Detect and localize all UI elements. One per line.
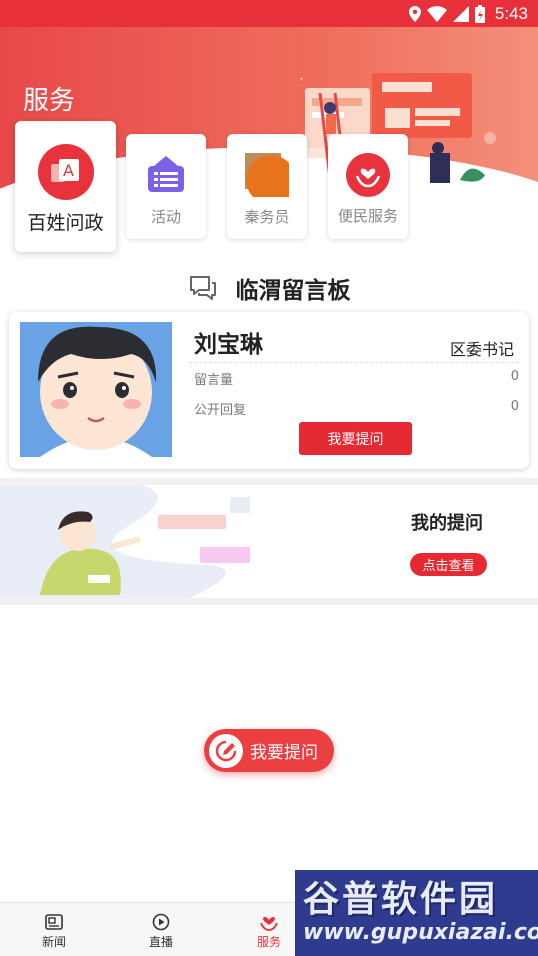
watermark-url: www.gupuxiazai.com bbox=[303, 920, 538, 945]
leader-name: 刘宝琳 bbox=[194, 332, 263, 358]
divider bbox=[189, 362, 519, 363]
board-header: 临渭留言板 bbox=[0, 270, 538, 306]
wifi-icon bbox=[426, 5, 447, 22]
watermark-logo: 谷普软件园 www.gupuxiazai.com bbox=[295, 870, 538, 956]
tab-live[interactable]: 直播 bbox=[131, 913, 191, 950]
signal-icon bbox=[452, 5, 469, 22]
message-count-value: 0 bbox=[510, 369, 519, 384]
service-label: 秦务员 bbox=[244, 208, 290, 226]
tab-label: 服务 bbox=[256, 935, 281, 949]
service-card-convenience[interactable]: 便民服务 bbox=[328, 134, 408, 239]
chat-icon bbox=[189, 276, 216, 300]
location-icon bbox=[408, 5, 421, 22]
activity-icon bbox=[146, 154, 186, 198]
service-page: 5:43 服务 A 百姓问政 活动 秦务员 便民服务 临渭留言板 刘宝琳 区委书… bbox=[0, 0, 538, 956]
status-bar: 5:43 bbox=[0, 0, 538, 27]
public-reply-row: 公开回复 0 bbox=[194, 399, 519, 418]
official-icon bbox=[245, 153, 289, 201]
news-icon bbox=[45, 914, 63, 930]
my-questions-illustration bbox=[0, 485, 250, 598]
edit-icon bbox=[209, 733, 243, 768]
tab-service[interactable]: 服务 bbox=[239, 913, 299, 950]
board-title: 临渭留言板 bbox=[235, 278, 351, 304]
fab-label: 我要提问 bbox=[250, 743, 318, 763]
service-cards: A 百姓问政 活动 秦务员 便民服务 bbox=[0, 120, 538, 260]
petition-icon: A bbox=[37, 144, 94, 200]
leader-title: 区委书记 bbox=[449, 340, 514, 359]
message-count-label: 留言量 bbox=[194, 373, 234, 388]
leader-avatar bbox=[20, 322, 172, 457]
public-reply-label: 公开回复 bbox=[194, 403, 247, 418]
my-questions-banner[interactable]: 我的提问 点击查看 bbox=[0, 485, 538, 598]
service-label: 便民服务 bbox=[337, 207, 398, 225]
public-reply-value: 0 bbox=[510, 399, 519, 414]
ask-question-button[interactable]: 我要提问 bbox=[299, 422, 412, 455]
service-card-official[interactable]: 秦务员 bbox=[227, 134, 307, 239]
svg-text:A: A bbox=[63, 161, 74, 180]
view-my-questions-button[interactable]: 点击查看 bbox=[410, 553, 487, 576]
service-label: 活动 bbox=[150, 208, 181, 226]
status-time: 5:43 bbox=[494, 3, 528, 23]
tab-label: 新闻 bbox=[41, 935, 66, 949]
service-icon bbox=[346, 153, 390, 197]
watermark-brand: 谷普软件园 bbox=[303, 879, 499, 920]
service-card-petition[interactable]: A 百姓问政 bbox=[15, 121, 116, 252]
service-heart-icon bbox=[260, 917, 278, 931]
floating-ask-button[interactable]: 我要提问 bbox=[204, 729, 334, 772]
section-divider bbox=[0, 598, 538, 605]
message-count-row: 留言量 0 bbox=[194, 369, 519, 388]
service-card-activity[interactable]: 活动 bbox=[126, 134, 206, 239]
service-label: 百姓问政 bbox=[27, 212, 104, 234]
tab-news[interactable]: 新闻 bbox=[24, 913, 84, 950]
live-icon bbox=[152, 913, 170, 931]
page-title: 服务 bbox=[23, 86, 76, 116]
battery-icon bbox=[474, 4, 485, 23]
tab-label: 直播 bbox=[148, 935, 173, 949]
section-divider bbox=[0, 478, 538, 485]
my-questions-label: 我的提问 bbox=[411, 513, 483, 534]
leader-card[interactable]: 刘宝琳 区委书记 留言量 0 公开回复 0 我要提问 bbox=[9, 312, 529, 469]
